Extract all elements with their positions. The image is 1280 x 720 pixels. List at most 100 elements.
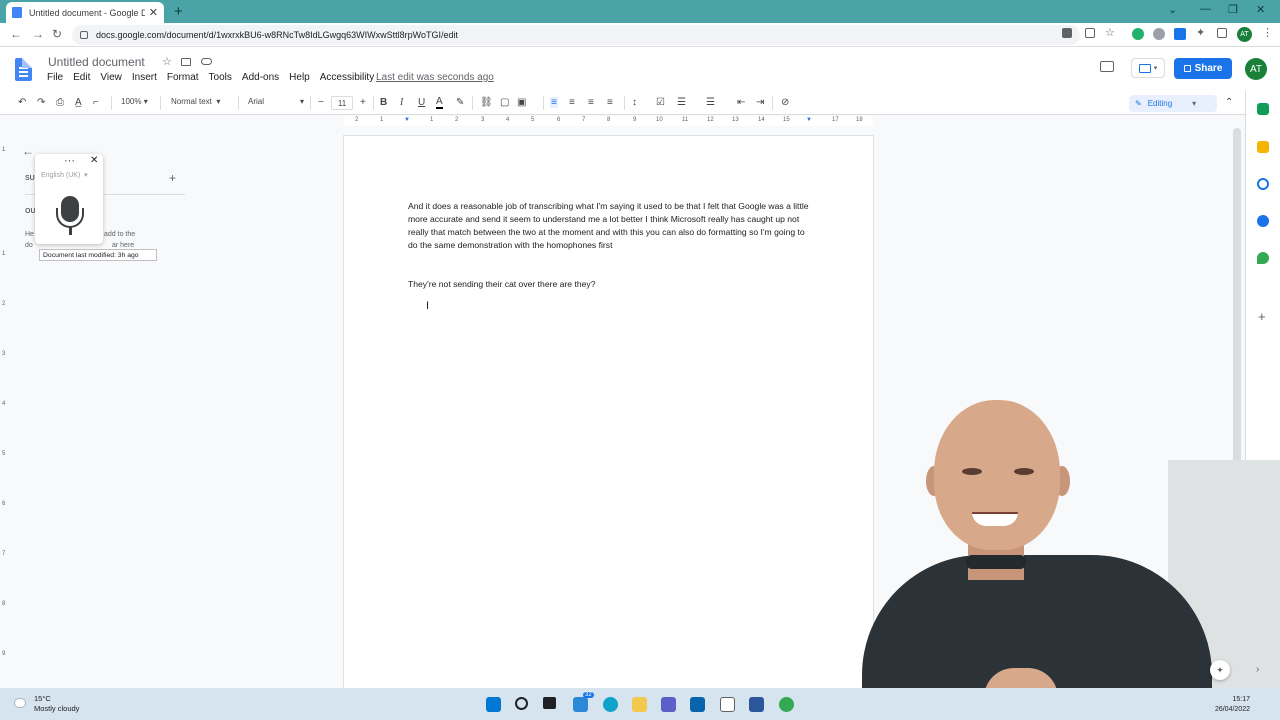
url-field[interactable]: docs.google.com/document/d/1wxrxkBU6-w8R… xyxy=(72,25,1080,45)
browser-tab[interactable]: Untitled document - Google Docs ✕ xyxy=(6,2,164,23)
start-icon[interactable] xyxy=(486,697,501,712)
menu-accessibility[interactable]: Accessibility xyxy=(320,72,374,83)
align-left-icon[interactable]: ≡ xyxy=(550,97,558,108)
paint-format-icon[interactable]: ⌐ xyxy=(93,97,99,108)
zoom-select[interactable]: 100% ▾ xyxy=(121,97,148,106)
last-edit-link[interactable]: Last edit was seconds ago xyxy=(376,72,494,83)
maps-icon[interactable] xyxy=(1257,252,1269,264)
teams-icon[interactable] xyxy=(661,697,676,712)
more-options-icon[interactable]: ⋯ xyxy=(64,154,75,167)
menu-file[interactable]: File xyxy=(47,72,63,83)
browser-menu-icon[interactable]: ⋮ xyxy=(1262,26,1273,39)
line-spacing-icon[interactable]: ↕ xyxy=(632,97,637,108)
contacts-icon[interactable] xyxy=(1257,215,1269,227)
highlight-icon[interactable]: ✎ xyxy=(456,97,464,108)
notepad-icon[interactable] xyxy=(720,697,735,712)
cloud-status-icon[interactable] xyxy=(201,58,212,65)
close-outline-icon[interactable]: ← xyxy=(22,144,34,158)
menu-format[interactable]: Format xyxy=(167,72,199,83)
tasks-app-icon[interactable] xyxy=(573,697,588,712)
edge-icon[interactable] xyxy=(603,697,618,712)
file-explorer-icon[interactable] xyxy=(632,697,647,712)
menu-insert[interactable]: Insert xyxy=(132,72,157,83)
restore-icon[interactable]: ❐ xyxy=(1228,3,1238,16)
extensions-puzzle-icon[interactable]: ✦ xyxy=(1196,26,1205,39)
outlook-icon[interactable] xyxy=(690,697,705,712)
increase-indent-icon[interactable]: ⇥ xyxy=(756,97,764,108)
present-button[interactable]: ▾ xyxy=(1131,58,1165,78)
image-icon[interactable]: ▣ xyxy=(517,97,526,108)
share-button[interactable]: Share xyxy=(1174,58,1232,79)
system-clock[interactable]: 15:17 26/04/2022 xyxy=(1210,695,1250,715)
bookmark-star-icon[interactable]: ☆ xyxy=(1105,26,1115,39)
comment-history-icon[interactable] xyxy=(1100,61,1114,72)
editing-mode-select[interactable]: ✎ Editing ▾ xyxy=(1129,95,1217,112)
collapse-menus-icon[interactable]: ⌃ xyxy=(1225,97,1233,108)
user-avatar[interactable]: AT xyxy=(1245,58,1267,80)
docs-logo-icon[interactable] xyxy=(15,58,32,81)
extension-m-icon[interactable] xyxy=(1132,28,1144,40)
clear-formatting-icon[interactable]: ⊘ xyxy=(781,97,789,108)
menu-add-ons[interactable]: Add-ons xyxy=(242,72,279,83)
decrease-font-size-icon[interactable]: − xyxy=(318,97,324,108)
add-summary-icon[interactable]: + xyxy=(169,171,176,185)
forward-icon[interactable]: → xyxy=(32,27,44,41)
menu-view[interactable]: View xyxy=(100,72,122,83)
font-select[interactable]: Arial xyxy=(248,97,264,106)
microphone-icon[interactable] xyxy=(56,196,84,238)
star-icon[interactable]: ☆ xyxy=(162,55,172,68)
italic-button[interactable]: I xyxy=(400,97,403,108)
numbered-list-icon[interactable]: ☰ xyxy=(706,97,715,108)
new-tab-icon[interactable]: + xyxy=(174,3,183,20)
close-window-icon[interactable]: ✕ xyxy=(1256,3,1265,16)
spellcheck-icon[interactable]: A̲ xyxy=(75,97,82,108)
bold-button[interactable]: B xyxy=(380,97,387,108)
language-select[interactable]: English (UK) ▾ xyxy=(41,171,88,179)
align-right-icon[interactable]: ≡ xyxy=(588,97,594,108)
document-title[interactable]: Untitled document xyxy=(48,55,145,69)
font-dropdown-icon[interactable]: ▾ xyxy=(300,97,304,106)
align-center-icon[interactable]: ≡ xyxy=(569,97,575,108)
weather-widget[interactable]: 15°C Mostly cloudy xyxy=(34,694,79,714)
document-paragraph[interactable]: And it does a reasonable job of transcri… xyxy=(408,200,810,252)
undo-icon[interactable]: ↶ xyxy=(18,97,26,108)
menu-tools[interactable]: Tools xyxy=(209,72,232,83)
chrome-icon[interactable] xyxy=(779,697,794,712)
bulleted-list-icon[interactable]: ☰ xyxy=(677,97,686,108)
menu-help[interactable]: Help xyxy=(289,72,310,83)
close-icon[interactable]: ✕ xyxy=(90,155,98,166)
redo-icon[interactable]: ↷ xyxy=(37,97,45,108)
print-icon[interactable]: ⎙ xyxy=(56,97,64,108)
close-tab-icon[interactable]: ✕ xyxy=(149,6,158,19)
extension-check-icon[interactable] xyxy=(1174,28,1186,40)
document-page[interactable]: And it does a reasonable job of transcri… xyxy=(344,136,873,696)
chevron-down-icon[interactable]: ⌄ xyxy=(1168,3,1177,16)
get-add-ons-icon[interactable]: + xyxy=(1258,309,1266,324)
camera-icon[interactable] xyxy=(1062,28,1072,38)
share-page-icon[interactable] xyxy=(1085,28,1095,38)
chevron-right-icon[interactable]: › xyxy=(1256,664,1259,675)
horizontal-ruler[interactable]: 2 1 ▼ 1 2 3 4 5 6 7 8 9 10 11 12 13 14 1… xyxy=(344,116,873,126)
browser-profile-avatar[interactable]: AT xyxy=(1237,27,1252,42)
explore-icon[interactable]: ✦ xyxy=(1210,660,1230,680)
document-paragraph-2[interactable]: They're not sending their cat over there… xyxy=(408,278,810,291)
increase-font-size-icon[interactable]: + xyxy=(360,97,366,108)
task-view-icon[interactable] xyxy=(543,697,556,709)
extension-round-icon[interactable] xyxy=(1153,28,1165,40)
move-folder-icon[interactable] xyxy=(181,58,191,66)
underline-button[interactable]: U xyxy=(418,97,425,108)
minimize-icon[interactable]: — xyxy=(1200,3,1211,15)
align-justify-icon[interactable]: ≡ xyxy=(607,97,613,108)
sidebar-toggle-icon[interactable] xyxy=(1217,28,1227,38)
search-icon[interactable] xyxy=(515,697,528,710)
reload-icon[interactable]: ↻ xyxy=(52,27,62,41)
word-icon[interactable] xyxy=(749,697,764,712)
back-icon[interactable]: ← xyxy=(10,27,22,41)
style-select[interactable]: Normal text ▾ xyxy=(171,97,220,106)
keep-icon[interactable] xyxy=(1257,141,1269,153)
link-icon[interactable]: ⛓ xyxy=(480,97,493,108)
tasks-icon[interactable] xyxy=(1257,178,1269,190)
font-size-input[interactable]: 11 xyxy=(331,96,353,110)
sheets-icon[interactable] xyxy=(1257,103,1269,115)
text-color-icon[interactable]: A xyxy=(436,97,443,109)
